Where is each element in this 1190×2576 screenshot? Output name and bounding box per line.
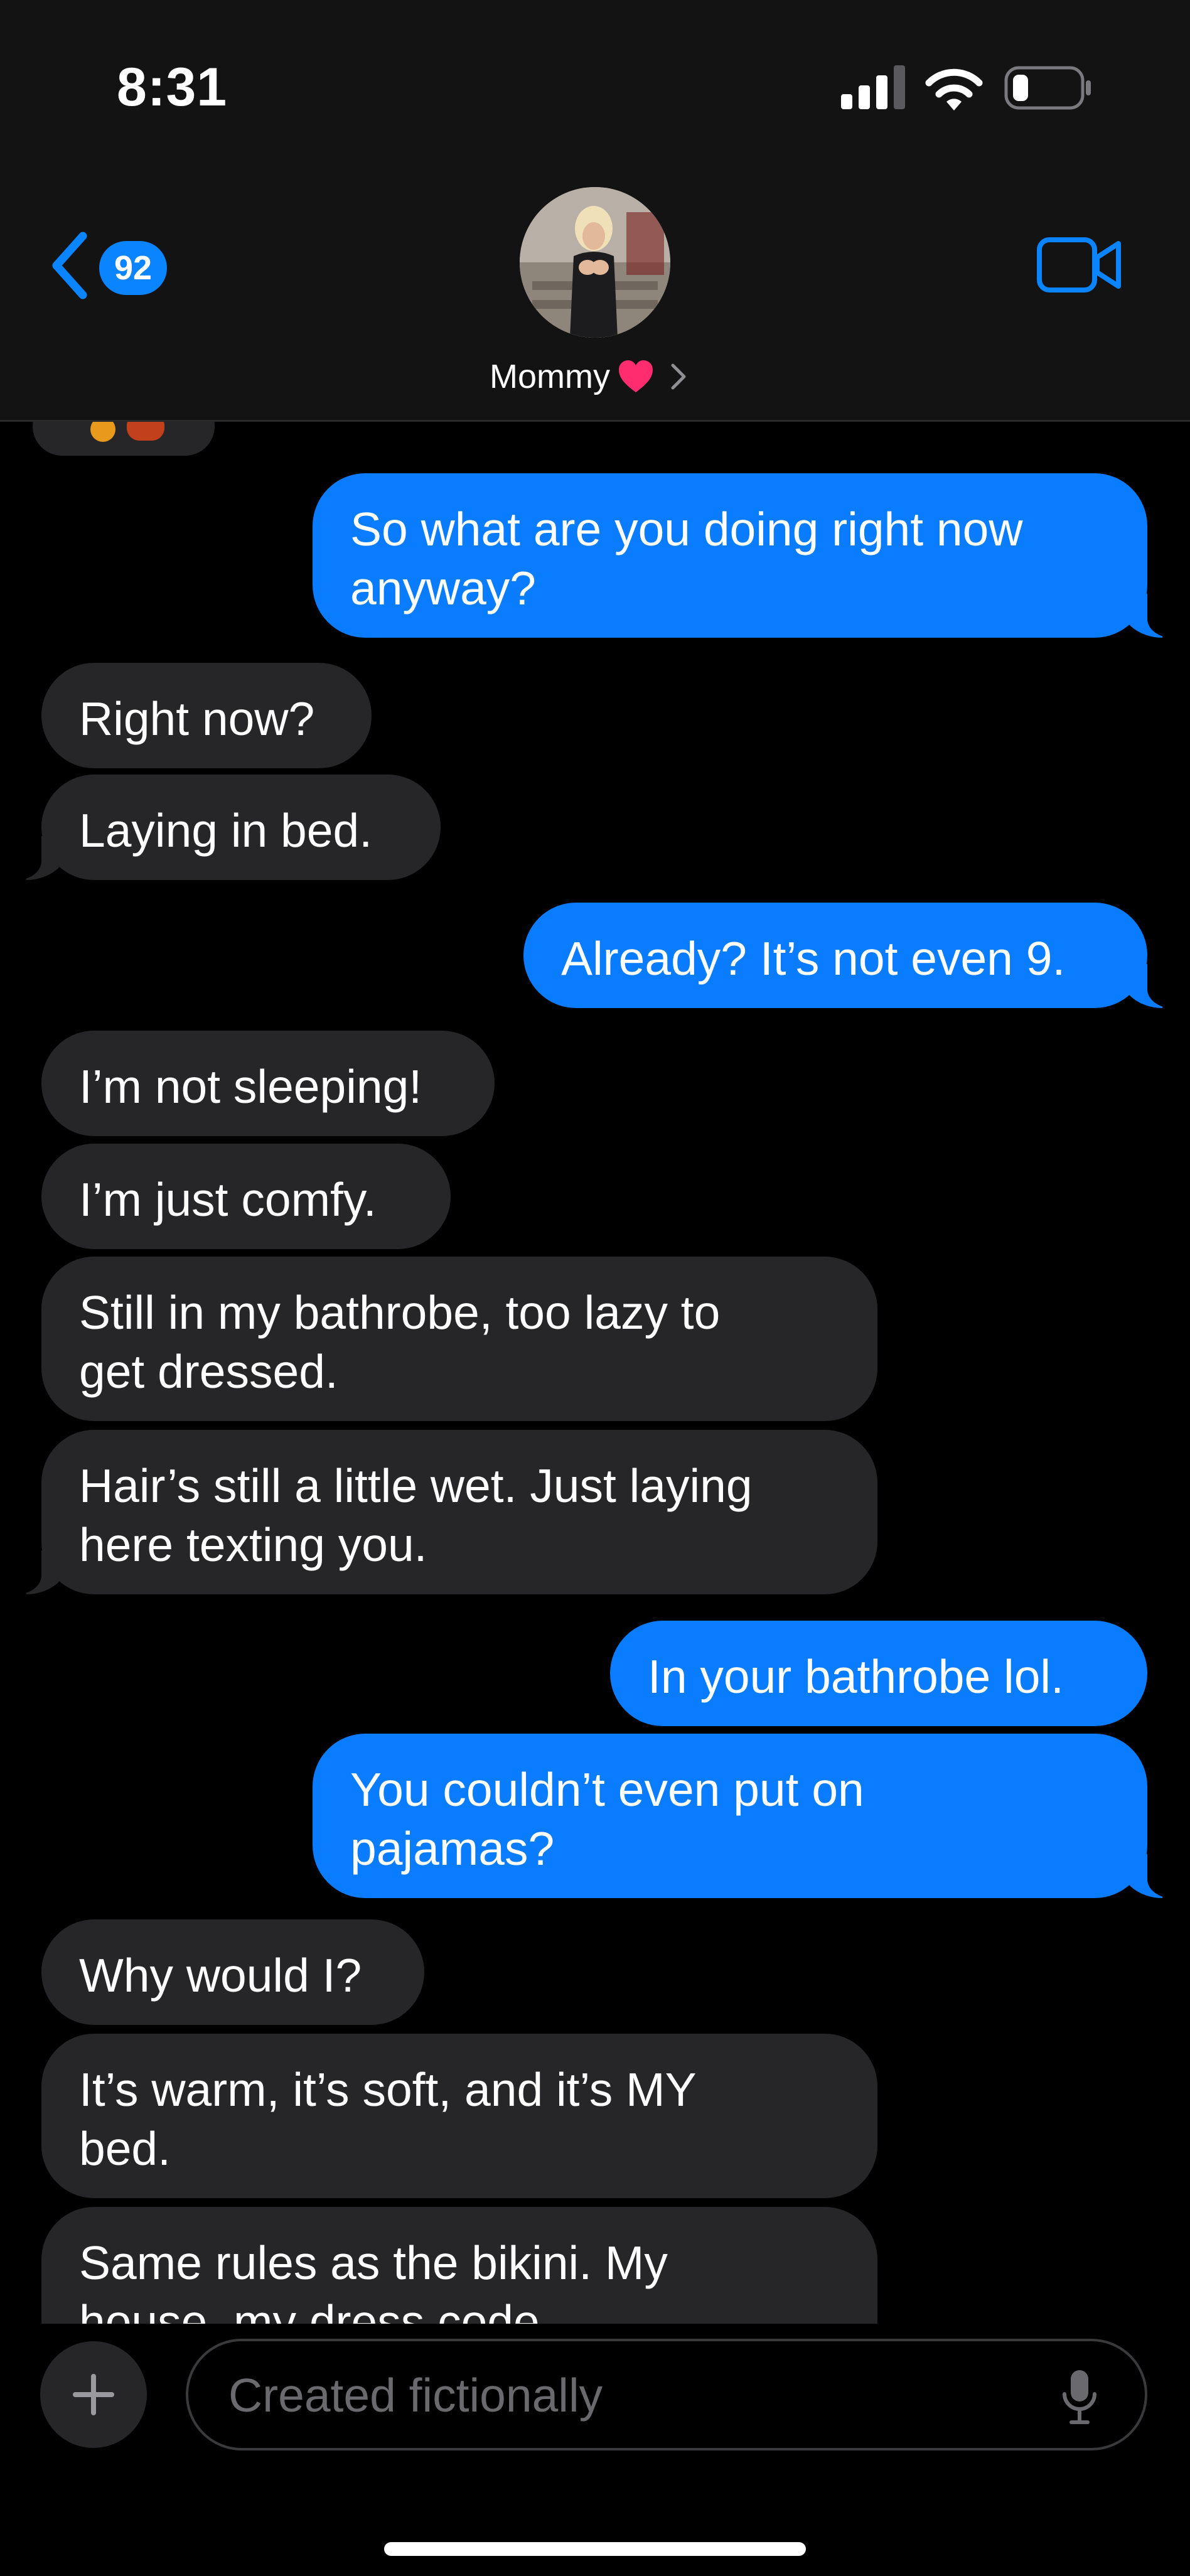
message-bubble-incoming[interactable]: Same rules as the bikini. My house, my d… bbox=[41, 2207, 877, 2324]
message-bubble-incoming[interactable]: Laying in bed. bbox=[16, 775, 441, 880]
chevron-right-icon bbox=[671, 363, 686, 390]
message-composer bbox=[0, 2324, 1190, 2576]
message-bubble-outgoing[interactable]: Already? It’s not even 9. bbox=[523, 903, 1172, 1008]
back-button[interactable]: 92 bbox=[48, 223, 173, 305]
chevron-left-icon bbox=[52, 232, 87, 299]
plus-icon bbox=[91, 2374, 96, 2415]
contact-name: Mommy bbox=[490, 358, 610, 395]
message-bubble-outgoing[interactable]: In your bathrobe lol. bbox=[610, 1621, 1147, 1726]
message-bubble-incoming[interactable]: It’s warm, it’s soft, and it’s MY bed. bbox=[41, 2034, 877, 2198]
status-time: 8:31 bbox=[117, 57, 228, 117]
message-bubble-outgoing[interactable]: So what are you doing right now anyway? bbox=[313, 473, 1172, 638]
message-bubble-outgoing[interactable]: You couldn’t even put on pajamas? bbox=[313, 1734, 1172, 1898]
contact-avatar[interactable] bbox=[520, 187, 670, 338]
microphone-icon[interactable] bbox=[1062, 2369, 1097, 2427]
cellular-signal-icon bbox=[841, 65, 905, 109]
wifi-icon bbox=[925, 68, 983, 110]
message-bubble-incoming[interactable]: I’m just comfy. bbox=[41, 1144, 451, 1249]
message-input-container[interactable] bbox=[186, 2339, 1147, 2450]
heart-emoji-icon bbox=[618, 360, 653, 392]
video-call-icon[interactable] bbox=[1037, 236, 1122, 294]
message-bubble-incoming[interactable]: I’m not sleeping! bbox=[41, 1031, 495, 1136]
navigation-header: 8:31 92 Mommy bbox=[0, 0, 1190, 422]
add-attachment-button[interactable] bbox=[40, 2341, 147, 2448]
unread-count-badge: 92 bbox=[99, 241, 167, 295]
contact-name-button[interactable]: Mommy bbox=[490, 352, 687, 402]
message-bubble-incoming[interactable]: Right now? bbox=[41, 663, 372, 768]
emoji-icon bbox=[127, 422, 164, 441]
battery-icon bbox=[1004, 66, 1091, 110]
message-bubble-incoming[interactable]: Why would I? bbox=[41, 1919, 424, 2025]
emoji-icon bbox=[90, 422, 115, 442]
avatar-photo bbox=[520, 187, 670, 338]
previous-message-bubble bbox=[33, 422, 215, 456]
message-input[interactable] bbox=[228, 2366, 1044, 2424]
home-indicator[interactable] bbox=[384, 2542, 806, 2556]
message-bubble-incoming[interactable]: Hair’s still a little wet. Just laying h… bbox=[16, 1430, 877, 1594]
message-thread[interactable]: So what are you doing right now anyway? … bbox=[0, 422, 1190, 2324]
message-bubble-incoming[interactable]: Still in my bathrobe, too lazy to get dr… bbox=[41, 1257, 877, 1421]
